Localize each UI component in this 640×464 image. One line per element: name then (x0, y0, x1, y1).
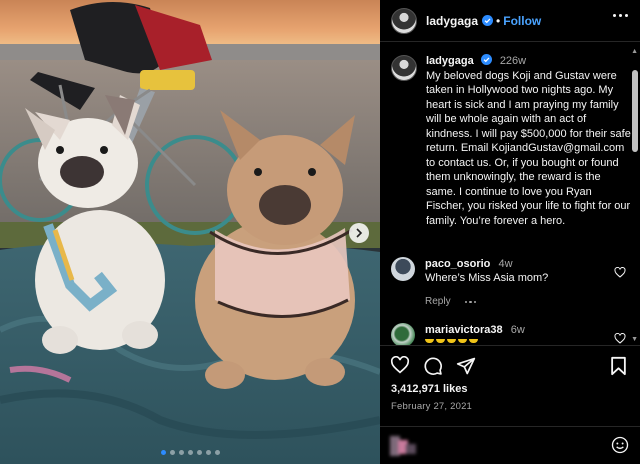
carousel-dot[interactable] (187, 450, 193, 455)
caption-username[interactable]: ladygaga (426, 55, 474, 67)
post-photo[interactable] (0, 0, 380, 464)
avatar[interactable] (391, 257, 415, 281)
avatar[interactable] (391, 323, 415, 345)
carousel-dot[interactable] (178, 450, 184, 455)
carousel-dot[interactable] (205, 450, 211, 455)
verified-badge-icon (480, 54, 492, 65)
scrollbar-thumb[interactable] (632, 70, 638, 152)
emoji-icon[interactable] (611, 436, 629, 459)
comments-scroll-area[interactable]: ladygaga 226w My beloved dogs Koji and G… (380, 43, 640, 345)
comment-username[interactable]: mariavictora38 (425, 324, 503, 336)
follow-button[interactable]: Follow (503, 14, 541, 28)
comment-icon[interactable] (423, 356, 443, 376)
author-username[interactable]: ladygaga (426, 14, 478, 28)
photo-illustration (0, 0, 380, 464)
add-comment-bar[interactable] (380, 426, 640, 464)
share-icon[interactable] (456, 356, 476, 376)
carousel-dot[interactable] (196, 450, 202, 455)
separator-dot: • (496, 13, 501, 28)
avatar[interactable] (391, 7, 417, 34)
carousel-dot[interactable] (169, 450, 175, 455)
comment-timestamp[interactable]: 4w (498, 258, 512, 270)
heart-icon[interactable] (614, 331, 626, 345)
scroll-down-icon[interactable]: ▼ (631, 336, 638, 343)
avatar (390, 436, 416, 456)
heart-icon[interactable] (614, 265, 626, 283)
post-details-panel: ladygaga • Follow ladygaga 226w My belov… (380, 0, 640, 464)
avatar[interactable] (391, 55, 417, 81)
comment-item: mariavictora38 6w (391, 323, 626, 345)
post-header: ladygaga • Follow (380, 0, 640, 42)
comment-options-icon[interactable] (464, 300, 477, 304)
reply-button[interactable]: Reply (425, 295, 451, 309)
carousel-dot[interactable] (160, 450, 166, 455)
carousel-dots (0, 450, 380, 455)
verified-badge-icon (482, 15, 494, 26)
bookmark-icon[interactable] (610, 356, 627, 376)
likes-count[interactable]: 3,412,971 likes (391, 383, 467, 395)
chevron-right-icon[interactable] (349, 223, 369, 243)
post-caption: ladygaga 226w My beloved dogs Koji and G… (391, 54, 631, 228)
carousel-dot[interactable] (214, 450, 220, 455)
post-date: February 27, 2021 (391, 401, 473, 412)
comment-username[interactable]: paco_osorio (425, 258, 490, 270)
heart-icon[interactable] (390, 356, 410, 376)
comment-text: Where’s Miss Asia mom? (425, 272, 549, 284)
emoji-row (425, 339, 595, 343)
caption-text: My beloved dogs Koji and Gustav were tak… (426, 69, 631, 227)
more-options-icon[interactable] (613, 14, 628, 17)
comment-timestamp[interactable]: 6w (511, 324, 525, 336)
caption-timestamp[interactable]: 226w (500, 55, 526, 67)
comment-item: paco_osorio 4w Where’s Miss Asia mom? Re… (391, 257, 626, 309)
scroll-up-icon[interactable]: ▲ (631, 48, 638, 55)
post-actions: 3,412,971 likes February 27, 2021 (380, 345, 640, 464)
